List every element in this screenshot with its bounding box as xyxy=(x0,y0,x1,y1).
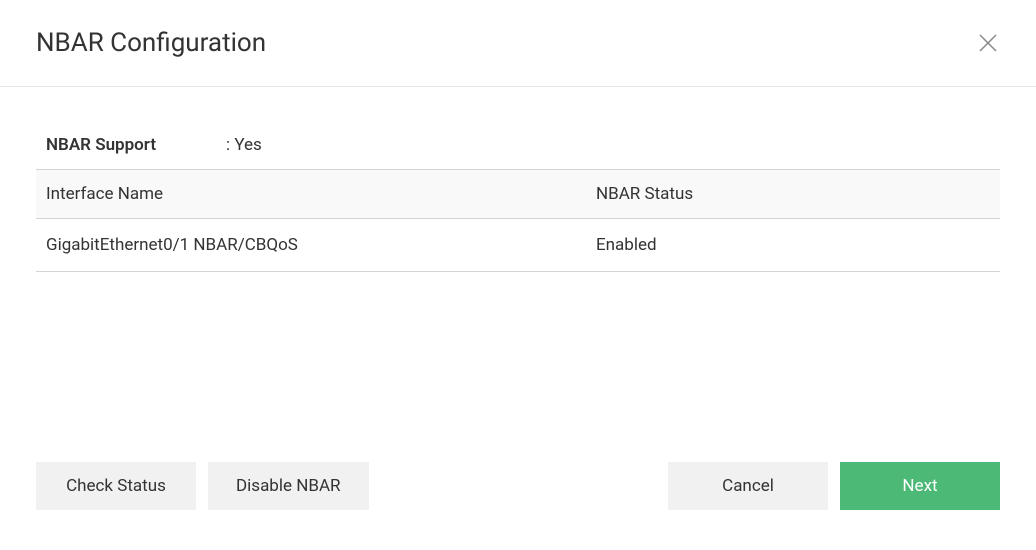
dialog-title: NBAR Configuration xyxy=(36,28,266,58)
cancel-button[interactable]: Cancel xyxy=(668,462,828,510)
footer-right-buttons: Cancel Next xyxy=(668,462,1000,510)
column-header-status: NBAR Status xyxy=(586,170,1000,219)
nbar-configuration-dialog: NBAR Configuration NBAR Support : Yes In… xyxy=(0,0,1036,550)
cell-interface-name: GigabitEthernet0/1 NBAR/CBQoS xyxy=(36,219,586,272)
footer-left-buttons: Check Status Disable NBAR xyxy=(36,462,369,510)
dialog-header: NBAR Configuration xyxy=(0,0,1036,87)
nbar-support-row: NBAR Support : Yes xyxy=(36,117,1000,169)
disable-nbar-button[interactable]: Disable NBAR xyxy=(208,462,369,510)
nbar-support-value: : Yes xyxy=(226,135,262,155)
interface-table: Interface Name NBAR Status GigabitEthern… xyxy=(36,169,1000,272)
next-button[interactable]: Next xyxy=(840,462,1000,510)
dialog-footer: Check Status Disable NBAR Cancel Next xyxy=(0,462,1036,550)
dialog-body: NBAR Support : Yes Interface Name NBAR S… xyxy=(0,87,1036,462)
check-status-button[interactable]: Check Status xyxy=(36,462,196,510)
table-row: GigabitEthernet0/1 NBAR/CBQoS Enabled xyxy=(36,219,1000,272)
table-header-row: Interface Name NBAR Status xyxy=(36,170,1000,219)
nbar-support-label: NBAR Support xyxy=(46,135,226,155)
close-icon[interactable] xyxy=(976,31,1000,55)
cell-nbar-status: Enabled xyxy=(586,219,1000,272)
column-header-interface: Interface Name xyxy=(36,170,586,219)
